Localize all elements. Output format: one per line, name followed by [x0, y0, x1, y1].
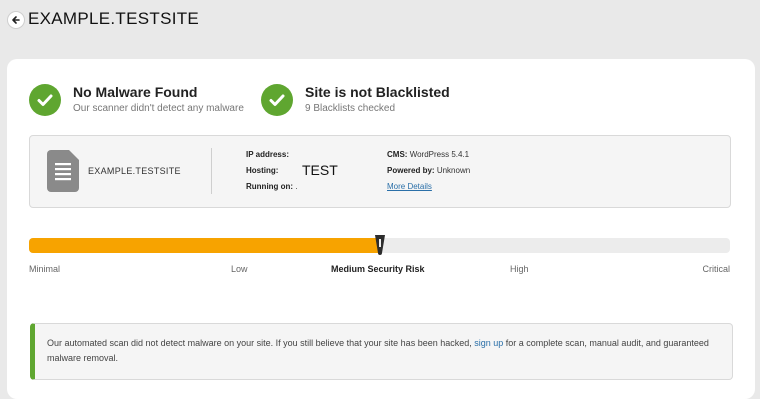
info-site-name: EXAMPLE.TESTSITE — [88, 166, 181, 176]
risk-label-low: Low — [231, 264, 248, 274]
document-icon — [47, 150, 79, 197]
page-title: EXAMPLE.TESTSITE — [28, 9, 200, 28]
hosting-value: TEST — [302, 162, 338, 178]
host-details: IP address: Hosting: Running on: . — [246, 147, 298, 195]
sign-up-link[interactable]: sign up — [474, 338, 503, 348]
cms-details: CMS: WordPress 5.4.1 Powered by: Unknown… — [387, 147, 470, 195]
arrow-left-icon — [12, 16, 20, 24]
cms-label: CMS: — [387, 150, 408, 159]
scan-notice: Our automated scan did not detect malwar… — [30, 323, 733, 380]
powered-by-label: Powered by: — [387, 166, 435, 175]
divider — [211, 148, 212, 194]
running-on-label: Running on: — [246, 182, 294, 191]
blacklist-status-title: Site is not Blacklisted — [305, 84, 450, 100]
malware-status-subtitle: Our scanner didn't detect any malware — [73, 103, 244, 114]
more-details-link[interactable]: More Details — [387, 182, 432, 191]
risk-label-critical: Critical — [702, 264, 730, 274]
risk-label-high: High — [510, 264, 529, 274]
hosting-label: Hosting: — [246, 166, 279, 175]
powered-by-value: Unknown — [436, 166, 471, 175]
risk-label-medium: Medium Security Risk — [331, 264, 425, 274]
top-bar: EXAMPLE.TESTSITE — [0, 0, 760, 40]
scan-results-card: No Malware Found Our scanner didn't dete… — [7, 59, 755, 399]
check-circle-icon — [29, 84, 61, 116]
blacklist-status: Site is not Blacklisted 9 Blacklists che… — [261, 84, 450, 116]
risk-marker-icon — [374, 235, 386, 261]
running-on-value: . — [295, 182, 298, 191]
risk-label-minimal: Minimal — [29, 264, 61, 274]
notice-text-before: Our automated scan did not detect malwar… — [47, 338, 475, 348]
risk-level-fill — [29, 238, 380, 253]
malware-status-title: No Malware Found — [73, 84, 198, 100]
back-button[interactable] — [7, 11, 25, 29]
security-risk-bar — [29, 235, 730, 255]
check-circle-icon — [261, 84, 293, 116]
blacklist-status-subtitle: 9 Blacklists checked — [305, 103, 396, 114]
cms-value: WordPress 5.4.1 — [409, 150, 470, 159]
malware-status: No Malware Found Our scanner didn't dete… — [29, 84, 244, 116]
risk-scale-labels: Minimal Low Medium Security Risk High Cr… — [29, 264, 730, 278]
notice-text: Our automated scan did not detect malwar… — [47, 336, 717, 366]
ip-label: IP address: — [246, 150, 289, 159]
site-info-panel: EXAMPLE.TESTSITE IP address: Hosting: Ru… — [29, 135, 731, 208]
